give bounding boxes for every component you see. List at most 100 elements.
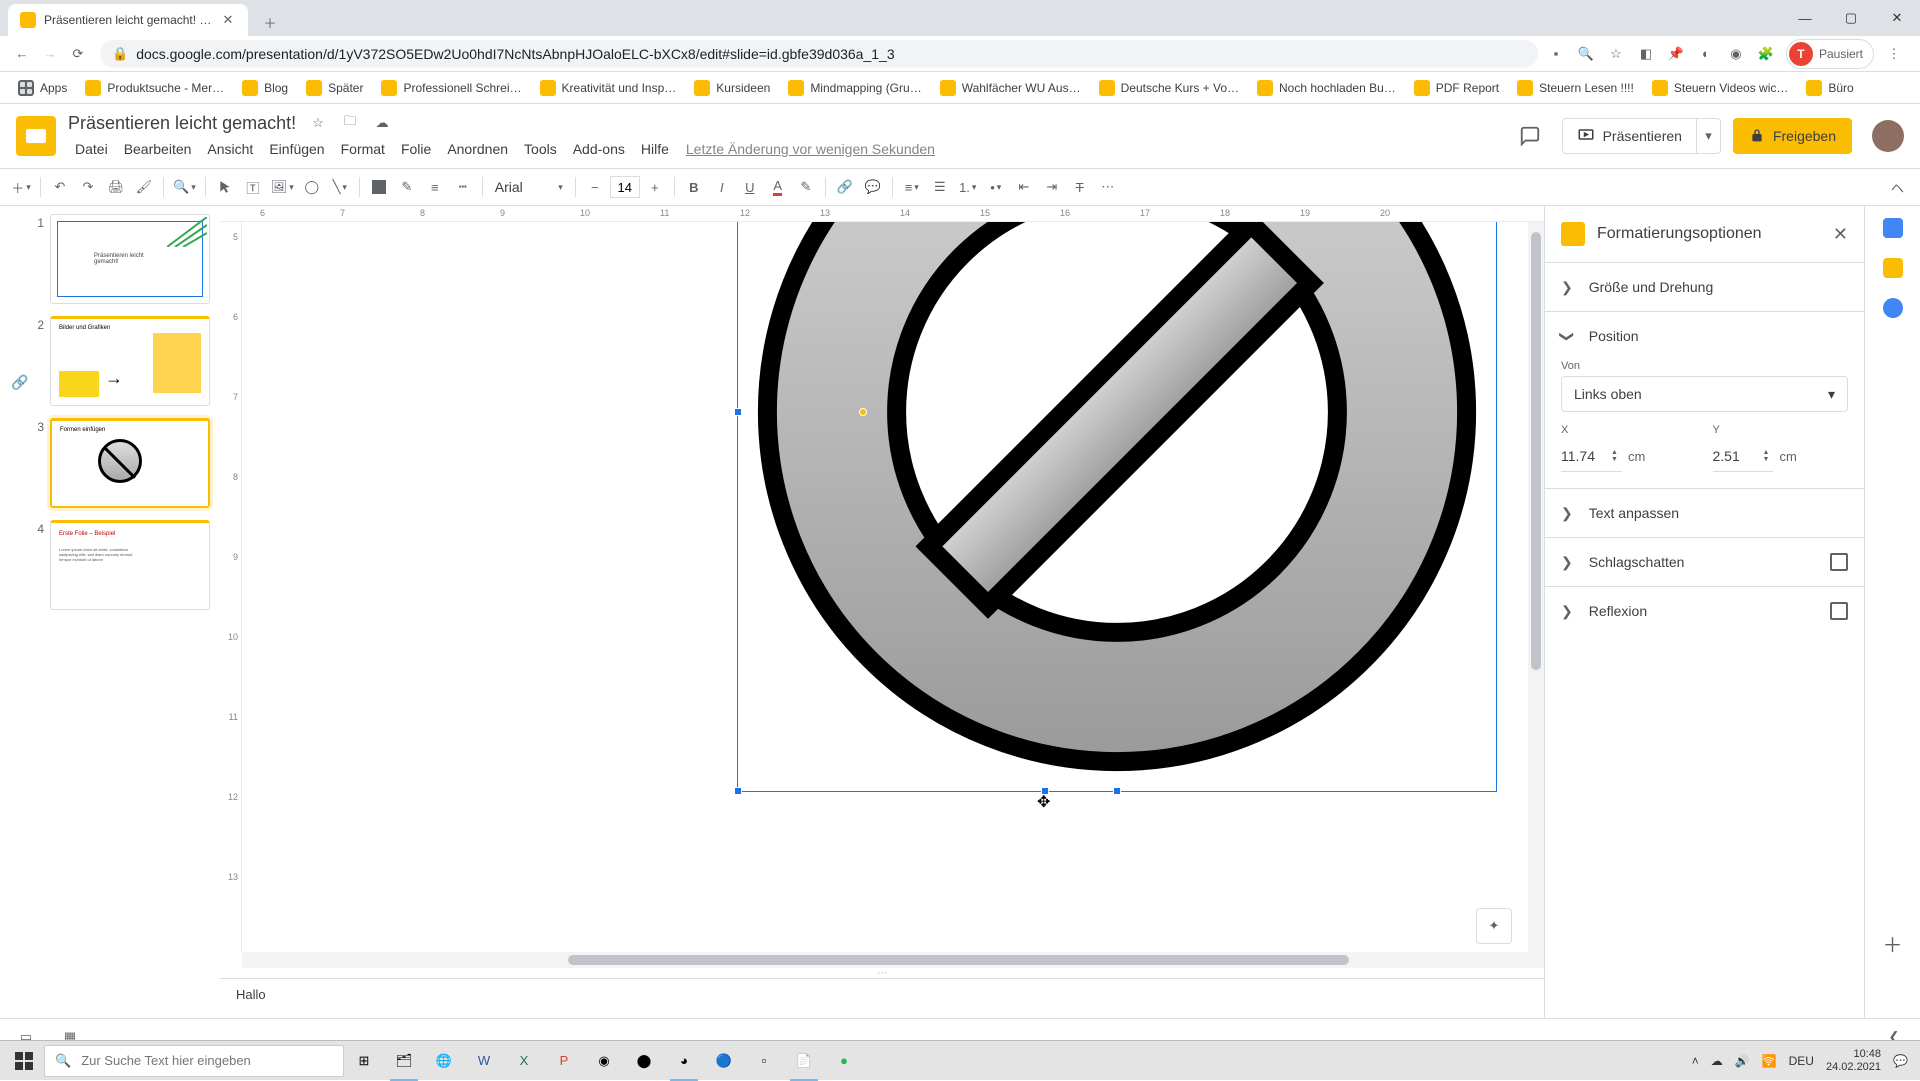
bookmark-item[interactable]: PDF Report xyxy=(1408,76,1505,100)
slide-thumb-1[interactable]: Präsentieren leicht gemacht! xyxy=(50,214,210,304)
speaker-notes[interactable]: Hallo xyxy=(220,978,1544,1018)
app-icon[interactable]: ◉ xyxy=(584,1041,624,1081)
bookmark-item[interactable]: Steuern Lesen !!!! xyxy=(1511,76,1640,100)
windows-start-button[interactable] xyxy=(4,1041,44,1081)
tray-lang[interactable]: DEU xyxy=(1789,1054,1814,1068)
last-edit-link[interactable]: Letzte Änderung vor wenigen Sekunden xyxy=(686,141,935,157)
new-slide-button[interactable]: ＋▾ xyxy=(8,174,34,200)
bookmark-item[interactable]: Produktsuche - Mer… xyxy=(79,76,230,100)
ext-icon-pin[interactable]: 📌 xyxy=(1666,44,1686,64)
bookmark-apps[interactable]: Apps xyxy=(12,76,73,100)
window-close[interactable]: ✕ xyxy=(1874,0,1920,36)
slide-thumb-4[interactable]: Erste Folie – Beispiel Lorem ipsum dolor… xyxy=(50,520,210,610)
slide-thumb-2[interactable]: Bilder und Grafiken → xyxy=(50,316,210,406)
menu-folie[interactable]: Folie xyxy=(394,139,438,159)
tray-volume-icon[interactable]: 🔊 xyxy=(1735,1054,1750,1068)
resize-handle[interactable] xyxy=(1113,787,1121,795)
obs-icon[interactable]: ⬤ xyxy=(624,1041,664,1081)
menu-ansicht[interactable]: Ansicht xyxy=(200,139,260,159)
y-input[interactable]: ▲▼ xyxy=(1713,440,1774,472)
text-color-button[interactable]: A xyxy=(765,174,791,200)
section-drop-shadow[interactable]: ❯ Schlagschatten xyxy=(1545,538,1864,586)
line-button[interactable]: ╲▾ xyxy=(327,174,353,200)
redo-button[interactable]: ↷ xyxy=(75,174,101,200)
align-button[interactable]: ≡▾ xyxy=(899,174,925,200)
tray-wifi-icon[interactable]: 🛜 xyxy=(1762,1054,1777,1068)
x-input[interactable]: ▲▼ xyxy=(1561,440,1622,472)
fill-color-button[interactable] xyxy=(366,174,392,200)
paint-format-button[interactable]: 🖌 xyxy=(131,174,157,200)
horizontal-scrollbar[interactable] xyxy=(242,952,1544,968)
bookmark-item[interactable]: Später xyxy=(300,76,369,100)
chrome-icon[interactable]: ◕ xyxy=(664,1041,704,1081)
section-text-fit[interactable]: ❯ Text anpassen xyxy=(1545,489,1864,537)
section-reflection[interactable]: ❯ Reflexion xyxy=(1545,587,1864,635)
select-tool[interactable] xyxy=(212,174,238,200)
keep-icon[interactable] xyxy=(1883,258,1903,278)
bookmark-item[interactable]: Blog xyxy=(236,76,294,100)
bookmark-item[interactable]: Mindmapping (Gru… xyxy=(782,76,927,100)
spotify-icon[interactable]: ● xyxy=(824,1041,864,1081)
new-tab-button[interactable]: ＋ xyxy=(256,8,284,36)
chrome-menu-icon[interactable]: ⋮ xyxy=(1884,44,1904,64)
menu-addons[interactable]: Add-ons xyxy=(566,139,632,159)
border-dash-button[interactable]: ┅ xyxy=(450,174,476,200)
explore-button[interactable]: ✦ xyxy=(1476,908,1512,944)
reflection-checkbox[interactable] xyxy=(1830,602,1848,620)
tray-chevron-icon[interactable]: ˄ xyxy=(1692,1054,1699,1068)
ext-icon-1[interactable]: ◧ xyxy=(1636,44,1656,64)
notifications-icon[interactable]: 💬 xyxy=(1893,1054,1908,1068)
bookmark-item[interactable]: Noch hochladen Bu… xyxy=(1251,76,1402,100)
move-folder-icon[interactable]: 🗀 xyxy=(340,113,360,133)
resize-handle[interactable] xyxy=(734,408,742,416)
powerpoint-icon[interactable]: P xyxy=(544,1041,584,1081)
bookmark-item[interactable]: Kreativität und Insp… xyxy=(534,76,683,100)
excel-icon[interactable]: X xyxy=(504,1041,544,1081)
menu-datei[interactable]: Datei xyxy=(68,139,115,159)
menu-einfuegen[interactable]: Einfügen xyxy=(262,139,331,159)
menu-bearbeiten[interactable]: Bearbeiten xyxy=(117,139,199,159)
italic-button[interactable]: I xyxy=(709,174,735,200)
cloud-saved-icon[interactable]: ☁ xyxy=(372,113,392,133)
slides-logo[interactable] xyxy=(16,116,56,156)
clear-format-button[interactable]: T xyxy=(1067,174,1093,200)
menu-hilfe[interactable]: Hilfe xyxy=(634,139,676,159)
comment-button[interactable]: 💬 xyxy=(860,174,886,200)
textbox-button[interactable]: 🅃 xyxy=(240,174,266,200)
window-maximize[interactable]: ▢ xyxy=(1828,0,1874,36)
font-family-select[interactable]: Arial▾ xyxy=(489,175,569,199)
ext-icon-3[interactable]: ◉ xyxy=(1726,44,1746,64)
menu-format[interactable]: Format xyxy=(334,139,392,159)
section-size-rotation[interactable]: ❯ Größe und Drehung xyxy=(1545,263,1864,311)
font-size-increase[interactable]: + xyxy=(642,174,668,200)
bookmark-item[interactable]: Steuern Videos wic… xyxy=(1646,76,1795,100)
bookmark-item[interactable]: Professionell Schrei… xyxy=(375,76,527,100)
back-button[interactable]: ← xyxy=(8,40,36,68)
profile-button[interactable]: T Pausiert xyxy=(1786,39,1874,69)
user-avatar[interactable] xyxy=(1872,120,1904,152)
print-button[interactable]: 🖨 xyxy=(103,174,129,200)
more-tools-button[interactable]: ⋯ xyxy=(1095,174,1121,200)
ext-icon-2[interactable]: ◐ xyxy=(1696,44,1716,64)
collapse-toolbar-icon[interactable]: ヘ xyxy=(1891,178,1912,197)
slide-thumb-3[interactable]: Formen einfügen xyxy=(50,418,210,508)
image-button[interactable]: 🖼▾ xyxy=(268,174,297,200)
browser-tab[interactable]: Präsentieren leicht gemacht! - G ✕ xyxy=(8,4,248,36)
menu-anordnen[interactable]: Anordnen xyxy=(440,139,515,159)
notes-resize-handle[interactable]: ⋯ xyxy=(220,968,1544,978)
edge-icon[interactable]: 🌐 xyxy=(424,1041,464,1081)
share-button[interactable]: Freigeben xyxy=(1733,118,1852,154)
present-button[interactable]: Präsentieren xyxy=(1562,118,1697,154)
menu-tools[interactable]: Tools xyxy=(517,139,564,159)
vertical-scrollbar[interactable] xyxy=(1528,222,1544,952)
task-view-icon[interactable]: ⊞ xyxy=(344,1041,384,1081)
resize-handle[interactable] xyxy=(734,787,742,795)
position-from-select[interactable]: Links oben▾ xyxy=(1561,376,1848,412)
rotate-handle[interactable] xyxy=(859,408,867,416)
undo-button[interactable]: ↶ xyxy=(47,174,73,200)
drop-shadow-checkbox[interactable] xyxy=(1830,553,1848,571)
app-icon-2[interactable]: ▫ xyxy=(744,1041,784,1081)
zoom-icon[interactable]: 🔍 xyxy=(1576,44,1596,64)
reload-button[interactable]: ⟳ xyxy=(64,40,92,68)
camera-icon[interactable]: ▪ xyxy=(1546,44,1566,64)
